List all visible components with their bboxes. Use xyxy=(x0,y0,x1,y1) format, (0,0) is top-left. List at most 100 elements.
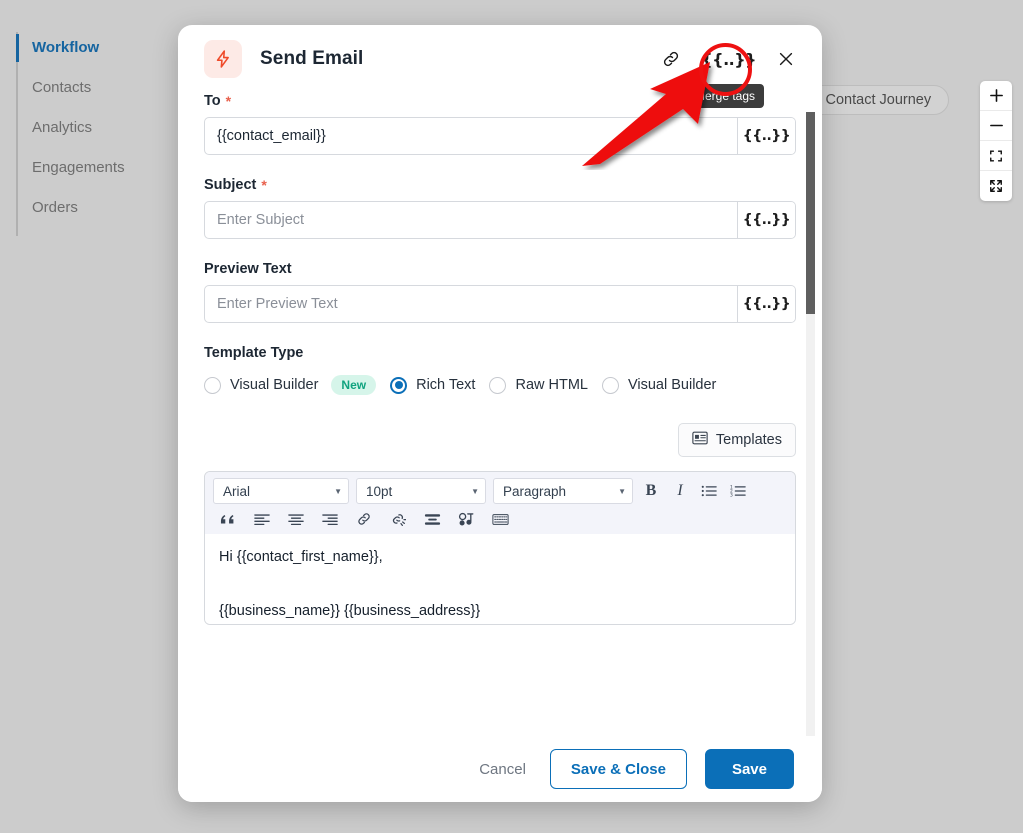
radio-circle-icon xyxy=(390,376,408,394)
rich-text-editor: Arial ▼ 10pt ▼ Paragraph ▼ B I 1 2 3 Hi … xyxy=(204,471,796,625)
sidebar-item-analytics[interactable]: Analytics xyxy=(18,108,170,148)
special-character-icon[interactable] xyxy=(489,508,511,530)
required-marker: * xyxy=(225,93,232,109)
radio-circle-icon xyxy=(204,376,221,394)
to-input[interactable] xyxy=(205,118,737,154)
font-family-value: Arial xyxy=(223,483,251,499)
field-subject: Subject * {{..}} xyxy=(204,177,796,239)
radio-circle-icon xyxy=(601,376,619,394)
radio-raw-html[interactable]: Raw HTML xyxy=(489,376,588,394)
chevron-down-icon: ▼ xyxy=(471,486,479,496)
font-size-select[interactable]: 10pt ▼ xyxy=(356,478,486,504)
field-preview-text: Preview Text {{..}} xyxy=(204,261,796,323)
svg-text:3: 3 xyxy=(730,493,733,498)
bullet-list-icon[interactable] xyxy=(698,480,720,502)
field-label: Subject * xyxy=(204,177,796,193)
sidebar-item-label: Contacts xyxy=(32,79,92,96)
close-icon[interactable] xyxy=(776,49,796,69)
template-type-section: Template Type Visual Builder New Rich Te… xyxy=(204,345,796,395)
block-format-value: Paragraph xyxy=(503,483,567,499)
editor-toolbar-row-1: Arial ▼ 10pt ▼ Paragraph ▼ B I 1 2 3 xyxy=(213,478,787,504)
field-label-text: Subject xyxy=(204,177,257,193)
page-title: Send Email xyxy=(260,48,364,69)
merge-tags-tooltip: Merge tags xyxy=(686,84,765,108)
align-left-icon[interactable] xyxy=(251,508,273,530)
preview-text-input[interactable] xyxy=(205,286,737,322)
align-right-icon[interactable] xyxy=(319,508,341,530)
media-icon[interactable] xyxy=(455,508,477,530)
template-grid-icon xyxy=(692,431,708,449)
radio-visual-builder[interactable]: Visual Builder xyxy=(601,376,717,394)
subject-input[interactable] xyxy=(205,202,737,238)
field-label: Preview Text xyxy=(204,261,796,277)
sidebar-item-label: Engagements xyxy=(32,159,125,176)
template-type-radio-group: Visual Builder New Rich Text Raw HTML Vi… xyxy=(204,375,796,395)
radio-label: Raw HTML xyxy=(515,377,588,393)
modal-footer: Cancel Save & Close Save xyxy=(178,736,822,802)
sidebar-item-contacts[interactable]: Contacts xyxy=(18,68,170,108)
subject-input-wrap: {{..}} xyxy=(204,201,796,239)
radio-visual-builder-new[interactable]: Visual Builder New xyxy=(204,375,377,395)
field-label-text: To xyxy=(204,93,221,109)
editor-content-area[interactable]: Hi {{contact_first_name}}, {{business_na… xyxy=(205,534,795,624)
radio-rich-text[interactable]: Rich Text xyxy=(390,376,476,394)
radio-label: Visual Builder xyxy=(230,377,319,393)
zoom-out-icon[interactable] xyxy=(980,111,1012,141)
field-label-text: Preview Text xyxy=(204,261,292,277)
new-badge: New xyxy=(331,375,377,395)
bold-icon[interactable]: B xyxy=(640,480,662,502)
modal-header-actions: {{..}} xyxy=(661,49,796,69)
send-email-modal: Send Email {{..}} To * {{contact_email}}… xyxy=(178,25,822,802)
radio-circle-icon xyxy=(489,376,507,394)
modal-scrollbar-thumb[interactable] xyxy=(806,112,815,314)
block-format-select[interactable]: Paragraph ▼ xyxy=(493,478,633,504)
horizontal-rule-icon[interactable] xyxy=(421,508,443,530)
merge-tags-button-subject[interactable]: {{..}} xyxy=(737,202,795,238)
sidebar-item-orders[interactable]: Orders xyxy=(18,188,170,228)
unlink-icon[interactable] xyxy=(387,508,409,530)
editor-body-line-1: Hi {{contact_first_name}}, xyxy=(219,549,383,565)
editor-toolbar-row-2 xyxy=(213,508,787,530)
save-button[interactable]: Save xyxy=(704,749,794,789)
to-input-wrap: {{..}} xyxy=(204,117,796,155)
required-marker: * xyxy=(261,177,267,193)
sidebar-item-label: Analytics xyxy=(32,119,93,136)
align-center-icon[interactable] xyxy=(285,508,307,530)
modal-body: To * {{..}} Subject * {{..}} Preview Tex… xyxy=(178,93,822,736)
fit-view-icon[interactable] xyxy=(980,141,1012,171)
font-size-value: 10pt xyxy=(366,483,393,499)
merge-tags-button-preview[interactable]: {{..}} xyxy=(737,286,795,322)
cancel-button[interactable]: Cancel xyxy=(473,753,532,786)
sidebar-item-label: Orders xyxy=(32,199,78,216)
merge-tags-button-to[interactable]: {{..}} xyxy=(737,118,795,154)
lightning-bolt-icon xyxy=(204,40,242,78)
fullscreen-icon[interactable] xyxy=(980,171,1012,201)
radio-label: Rich Text xyxy=(416,377,476,393)
templates-button[interactable]: Templates xyxy=(677,423,796,457)
radio-label: Visual Builder xyxy=(627,377,717,393)
modal-header: Send Email {{..}} xyxy=(178,25,822,93)
template-type-label: Template Type xyxy=(204,345,304,361)
editor-toolbar: Arial ▼ 10pt ▼ Paragraph ▼ B I 1 2 3 xyxy=(205,472,795,534)
save-and-close-button[interactable]: Save & Close xyxy=(549,749,687,789)
blockquote-icon[interactable] xyxy=(217,508,239,530)
sidebar-item-workflow[interactable]: Workflow xyxy=(16,28,170,68)
templates-row: Templates xyxy=(204,423,796,457)
chevron-down-icon: ▼ xyxy=(618,486,626,496)
numbered-list-icon[interactable]: 1 2 3 xyxy=(727,480,749,502)
link-icon[interactable] xyxy=(661,49,681,69)
view-contact-journey-button[interactable]: w Contact Journey xyxy=(806,85,949,115)
zoom-in-icon[interactable] xyxy=(980,81,1012,111)
merge-tags-icon[interactable]: {{..}} xyxy=(701,50,756,69)
sidebar-item-label: Workflow xyxy=(32,39,100,56)
editor-body-line-2: {{business_name}} {{business_address}} xyxy=(219,603,481,620)
chevron-down-icon: ▼ xyxy=(334,486,342,496)
sidebar-item-engagements[interactable]: Engagements xyxy=(18,148,170,188)
preview-text-input-wrap: {{..}} xyxy=(204,285,796,323)
templates-button-label: Templates xyxy=(715,432,782,448)
italic-icon[interactable]: I xyxy=(669,480,691,502)
canvas-zoom-controls xyxy=(980,81,1012,201)
modal-scrollbar-track[interactable] xyxy=(806,112,815,784)
font-family-select[interactable]: Arial ▼ xyxy=(213,478,349,504)
insert-link-icon[interactable] xyxy=(353,508,375,530)
